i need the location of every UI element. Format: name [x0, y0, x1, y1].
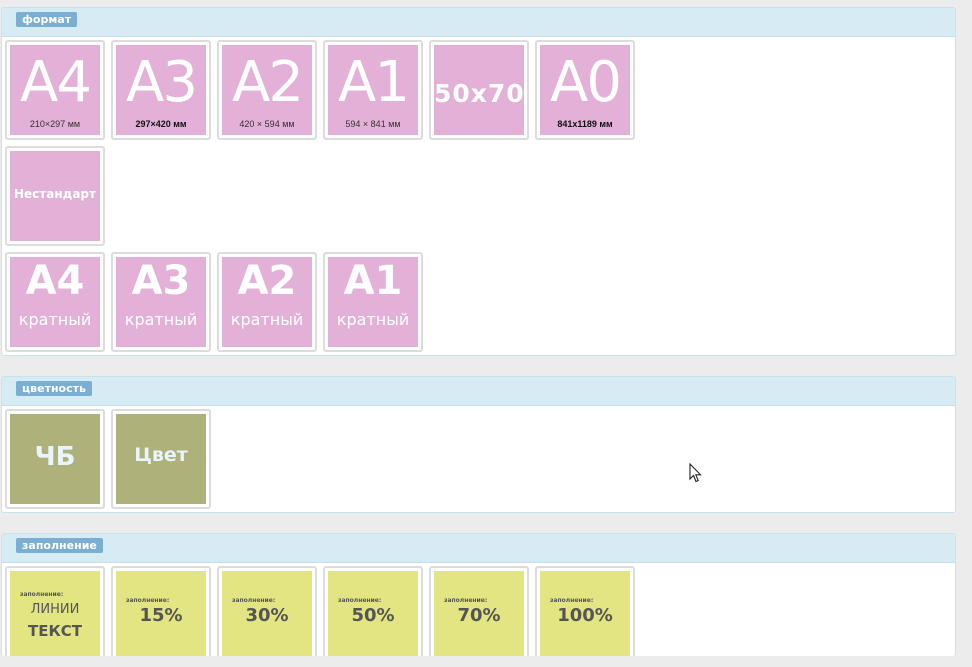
format-label: A3 — [126, 50, 198, 115]
format-option-a4-multiple[interactable]: A4 кратный — [5, 252, 105, 352]
format-panel: формат A4 210×297 мм A3 297×420 мм A2 42… — [1, 7, 956, 356]
fill-value: 70% — [457, 605, 501, 626]
fill-panel: заполнение заполнение: ЛИНИИ ТЕКСТ запол… — [1, 533, 956, 656]
fill-panel-header: заполнение — [2, 534, 955, 563]
color-option-bw[interactable]: ЧБ — [5, 409, 105, 509]
color-panel-header: цветность — [2, 377, 955, 406]
fill-swatch: заполнение: 15% — [116, 571, 206, 656]
fill-caption: заполнение: — [126, 597, 170, 604]
format-swatch: Нестандарт — [10, 151, 100, 241]
fill-swatch: заполнение: ЛИНИИ ТЕКСТ — [10, 571, 100, 656]
color-panel: цветность ЧБ Цвет — [1, 376, 956, 513]
format-panel-header: формат — [2, 8, 955, 37]
format-dimensions: 210×297 мм — [29, 119, 81, 129]
format-swatch: 50x70 — [434, 45, 524, 135]
fill-swatch: заполнение: 50% — [328, 571, 418, 656]
format-panel-title: формат — [16, 12, 78, 27]
color-label: Цвет — [134, 444, 188, 466]
fill-option-70[interactable]: заполнение: 70% — [429, 566, 529, 656]
format-dimensions: 420 × 594 мм — [239, 119, 295, 129]
format-swatch: A2 420 × 594 мм — [222, 45, 312, 135]
color-label: ЧБ — [34, 442, 76, 472]
fill-caption: заполнение: — [20, 591, 64, 598]
fill-swatch: заполнение: 70% — [434, 571, 524, 656]
fill-value: 30% — [245, 605, 289, 626]
format-swatch: A4 210×297 мм — [10, 45, 100, 135]
format-option-a3[interactable]: A3 297×420 мм — [111, 40, 211, 140]
format-swatch: A3 297×420 мм — [116, 45, 206, 135]
fill-swatch: заполнение: 30% — [222, 571, 312, 656]
fill-panel-title: заполнение — [16, 538, 103, 553]
format-option-a1-multiple[interactable]: A1 кратный — [323, 252, 423, 352]
format-label: A1 — [338, 50, 410, 115]
format-dimensions: 297×420 мм — [135, 119, 187, 129]
format-label: Нестандарт — [14, 187, 96, 201]
format-option-a1[interactable]: A1 594 × 841 мм — [323, 40, 423, 140]
format-dimensions: 841x1189 мм — [557, 119, 613, 129]
fill-caption: заполнение: — [550, 597, 594, 604]
format-swatch: A4 кратный — [10, 257, 100, 347]
fill-option-50[interactable]: заполнение: 50% — [323, 566, 423, 656]
fill-caption: заполнение: — [338, 597, 382, 604]
format-label: 50x70 — [434, 79, 524, 108]
fill-option-100[interactable]: заполнение: 100% — [535, 566, 635, 656]
format-option-a0[interactable]: A0 841x1189 мм — [535, 40, 635, 140]
format-dimensions: 594 × 841 мм — [345, 119, 401, 129]
format-swatch: A1 594 × 841 мм — [328, 45, 418, 135]
format-swatch: A3 кратный — [116, 257, 206, 347]
format-sublabel: кратный — [336, 310, 410, 329]
format-swatch: A2 кратный — [222, 257, 312, 347]
fill-value: 100% — [557, 605, 613, 626]
format-swatch: A1 кратный — [328, 257, 418, 347]
format-sublabel: кратный — [18, 310, 92, 329]
fill-lines-label: ЛИНИИ — [30, 602, 80, 617]
mouse-cursor-icon — [689, 463, 702, 483]
fill-option-15[interactable]: заполнение: 15% — [111, 566, 211, 656]
format-option-nonstandard[interactable]: Нестандарт — [5, 146, 105, 246]
color-panel-title: цветность — [16, 381, 92, 396]
fill-value: 15% — [139, 605, 183, 626]
format-option-50x70[interactable]: 50x70 — [429, 40, 529, 140]
format-label: A4 — [25, 258, 85, 304]
format-option-a2[interactable]: A2 420 × 594 мм — [217, 40, 317, 140]
format-label: A1 — [343, 258, 403, 304]
format-label: A2 — [232, 50, 304, 115]
fill-swatch: заполнение: 100% — [540, 571, 630, 656]
format-label: A4 — [20, 50, 92, 115]
fill-value: 50% — [351, 605, 395, 626]
format-label: A3 — [131, 258, 191, 304]
fill-caption: заполнение: — [232, 597, 276, 604]
fill-option-30[interactable]: заполнение: 30% — [217, 566, 317, 656]
color-swatch: ЧБ — [10, 414, 100, 504]
format-swatch: A0 841x1189 мм — [540, 45, 630, 135]
format-option-a2-multiple[interactable]: A2 кратный — [217, 252, 317, 352]
color-swatch: Цвет — [116, 414, 206, 504]
format-sublabel: кратный — [230, 310, 304, 329]
fill-caption: заполнение: — [444, 597, 488, 604]
format-label: A0 — [550, 50, 622, 115]
format-sublabel: кратный — [124, 310, 198, 329]
format-label: A2 — [237, 258, 297, 304]
fill-option-lines-text[interactable]: заполнение: ЛИНИИ ТЕКСТ — [5, 566, 105, 656]
fill-text-label: ТЕКСТ — [28, 622, 82, 640]
format-option-a3-multiple[interactable]: A3 кратный — [111, 252, 211, 352]
color-option-color[interactable]: Цвет — [111, 409, 211, 509]
format-option-a4[interactable]: A4 210×297 мм — [5, 40, 105, 140]
